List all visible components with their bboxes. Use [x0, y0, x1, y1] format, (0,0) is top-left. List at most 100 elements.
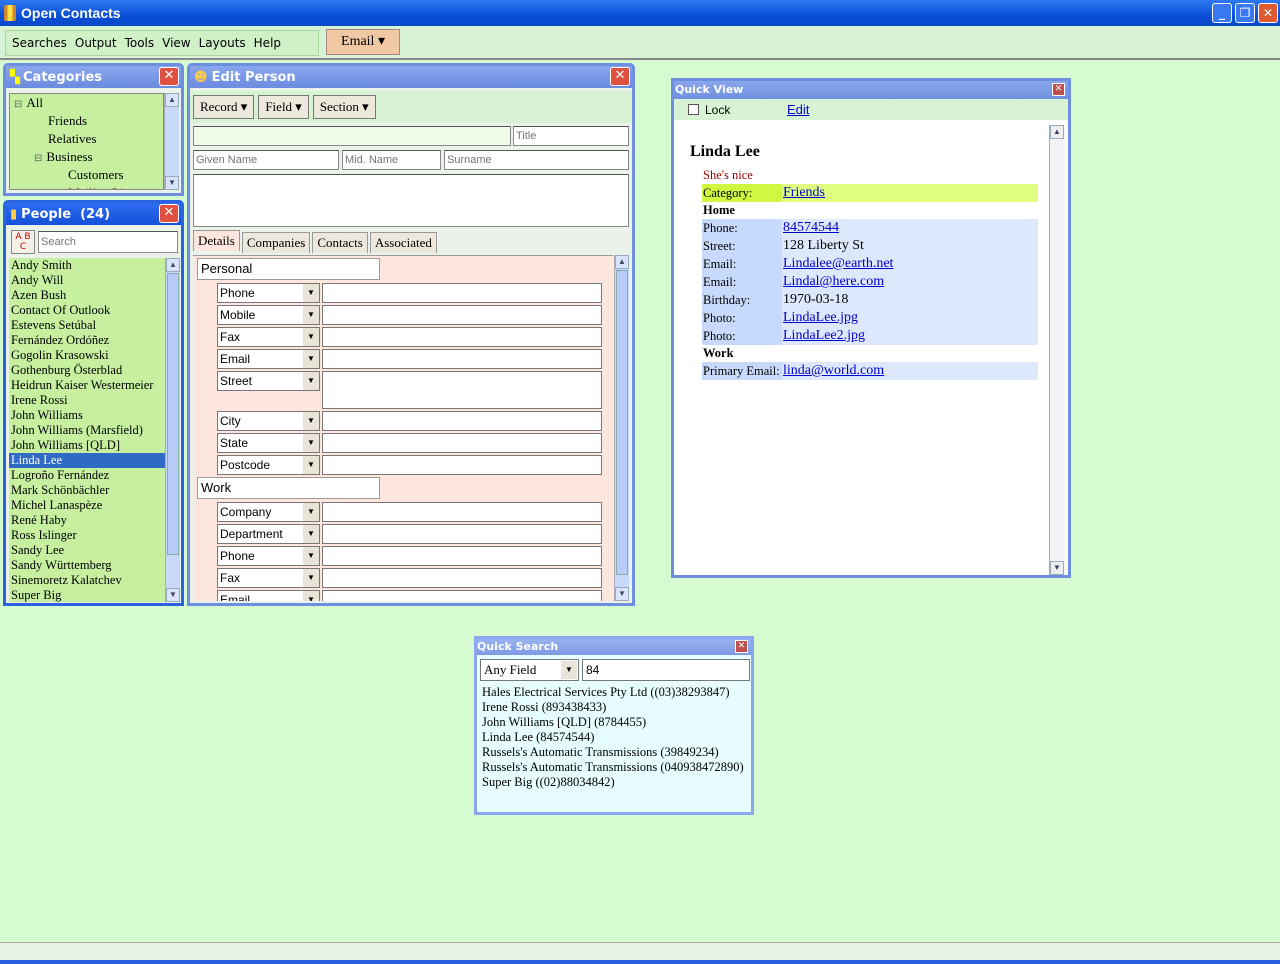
- scroll-down-icon[interactable]: ▼: [615, 587, 629, 601]
- section-header-work[interactable]: Work: [197, 477, 380, 499]
- menu-help[interactable]: Help: [254, 36, 281, 50]
- scroll-down-icon[interactable]: ▼: [1050, 561, 1064, 575]
- person-list-item[interactable]: Gogolin Krasowski: [9, 348, 165, 363]
- field-value-input[interactable]: [322, 524, 602, 544]
- scroll-up-icon[interactable]: ▲: [165, 93, 179, 107]
- person-list-item[interactable]: Andy Smith: [9, 258, 165, 273]
- title-field[interactable]: [513, 126, 629, 146]
- chevron-down-icon[interactable]: ▼: [303, 372, 319, 390]
- edit-link[interactable]: Edit: [787, 102, 809, 117]
- person-list-item[interactable]: Contact Of Outlook: [9, 303, 165, 318]
- given-name-field[interactable]: [193, 150, 339, 170]
- close-button[interactable]: ✕: [1258, 3, 1278, 23]
- tab-associated[interactable]: Associated: [369, 232, 437, 253]
- collapse-icon[interactable]: ⊟: [14, 99, 22, 110]
- scroll-thumb[interactable]: [167, 273, 179, 555]
- sort-abc-button[interactable]: A B C: [11, 230, 35, 254]
- field-value-input[interactable]: [322, 349, 602, 369]
- person-list-item[interactable]: Sandy Lee: [9, 543, 165, 558]
- chevron-down-icon[interactable]: ▼: [303, 547, 319, 565]
- section-header-personal[interactable]: Personal: [197, 258, 380, 280]
- tab-details[interactable]: Details: [193, 230, 240, 251]
- category-scrollbar[interactable]: ▲ ▼: [164, 93, 179, 190]
- category-item[interactable]: ⊟ All: [10, 94, 163, 112]
- collapse-icon[interactable]: ⊟: [34, 153, 42, 164]
- field-value-input[interactable]: [322, 283, 602, 303]
- details-scrollbar[interactable]: ▲ ▼: [614, 255, 629, 601]
- category-item[interactable]: Friends: [10, 112, 163, 130]
- field-type-select[interactable]: Company ▼: [217, 502, 320, 522]
- category-item[interactable]: Mailing List: [10, 184, 163, 189]
- edit-person-close-button[interactable]: ✕: [610, 67, 630, 86]
- detail-link[interactable]: Lindalee@earth.net: [782, 255, 1038, 273]
- chevron-down-icon[interactable]: ▼: [303, 591, 319, 601]
- minimize-button[interactable]: _: [1212, 3, 1232, 23]
- quick-search-close-button[interactable]: ✕: [735, 640, 748, 653]
- person-list-item[interactable]: Sandy Württemberg: [9, 558, 165, 573]
- field-type-select[interactable]: Email ▼: [217, 590, 320, 601]
- chevron-down-icon[interactable]: ▼: [303, 328, 319, 346]
- search-result-item[interactable]: Russels's Automatic Transmissions (04093…: [480, 760, 750, 775]
- detail-link[interactable]: 84574544: [782, 219, 1038, 237]
- scroll-up-icon[interactable]: ▲: [166, 258, 180, 272]
- scroll-down-icon[interactable]: ▼: [165, 176, 179, 190]
- detail-link[interactable]: LindaLee.jpg: [782, 309, 1038, 327]
- search-result-item[interactable]: John Williams [QLD] (8784455): [480, 715, 750, 730]
- chevron-down-icon[interactable]: ▼: [561, 661, 577, 679]
- person-list-item[interactable]: Andy Will: [9, 273, 165, 288]
- chevron-down-icon[interactable]: ▼: [303, 434, 319, 452]
- chevron-down-icon[interactable]: ▼: [303, 456, 319, 474]
- person-list-item[interactable]: Fernández Ordóñez: [9, 333, 165, 348]
- category-link[interactable]: Friends: [782, 184, 1038, 202]
- person-list-item[interactable]: Estevens Setúbal: [9, 318, 165, 333]
- field-type-select[interactable]: Fax ▼: [217, 568, 320, 588]
- tab-contacts[interactable]: Contacts: [312, 232, 368, 253]
- person-list-item[interactable]: Mark Schönbächler: [9, 483, 165, 498]
- people-search-input[interactable]: [38, 231, 178, 253]
- person-list-item[interactable]: Logroño Fernández: [9, 468, 165, 483]
- menu-layouts[interactable]: Layouts: [199, 36, 246, 50]
- scroll-up-icon[interactable]: ▲: [615, 255, 629, 269]
- people-close-button[interactable]: ✕: [159, 204, 179, 223]
- menu-view[interactable]: View: [162, 36, 190, 50]
- scroll-up-icon[interactable]: ▲: [1050, 125, 1064, 139]
- person-list-item[interactable]: Super Big: [9, 588, 165, 602]
- field-type-select[interactable]: Phone ▼: [217, 546, 320, 566]
- field-menu-button[interactable]: Field ▾: [258, 95, 309, 119]
- search-result-item[interactable]: Super Big ((02)88034842): [480, 775, 750, 790]
- person-list-item[interactable]: Heidrun Kaiser Westermeier: [9, 378, 165, 393]
- tab-companies[interactable]: Companies: [241, 232, 311, 253]
- menu-searches[interactable]: Searches: [12, 36, 67, 50]
- field-value-input[interactable]: [322, 455, 602, 475]
- menu-output[interactable]: Output: [75, 36, 117, 50]
- quick-view-close-button[interactable]: ✕: [1052, 83, 1065, 96]
- restore-button[interactable]: ❐: [1235, 3, 1255, 23]
- categories-close-button[interactable]: ✕: [159, 67, 179, 86]
- chevron-down-icon[interactable]: ▼: [303, 284, 319, 302]
- person-list-item[interactable]: John Williams: [9, 408, 165, 423]
- people-scrollbar[interactable]: ▲ ▼: [165, 258, 180, 602]
- menu-tools[interactable]: Tools: [125, 36, 155, 50]
- field-value-input[interactable]: [322, 546, 602, 566]
- chevron-down-icon[interactable]: ▼: [303, 503, 319, 521]
- person-list-item[interactable]: Ross Islinger: [9, 528, 165, 543]
- chevron-down-icon[interactable]: ▼: [303, 306, 319, 324]
- field-value-input[interactable]: [322, 433, 602, 453]
- person-list-item[interactable]: Sinemoretz Kalatchev: [9, 573, 165, 588]
- person-list-item[interactable]: Michel Lanaspèze: [9, 498, 165, 513]
- name-display-field[interactable]: [193, 126, 511, 146]
- field-type-select[interactable]: Phone ▼: [217, 283, 320, 303]
- scroll-down-icon[interactable]: ▼: [166, 588, 180, 602]
- search-result-item[interactable]: Russels's Automatic Transmissions (39849…: [480, 745, 750, 760]
- field-value-input[interactable]: [322, 305, 602, 325]
- quick-view-scrollbar[interactable]: ▲ ▼: [1049, 125, 1065, 575]
- search-result-item[interactable]: Hales Electrical Services Pty Ltd ((03)3…: [480, 685, 750, 700]
- field-type-select[interactable]: Mobile ▼: [217, 305, 320, 325]
- chevron-down-icon[interactable]: ▼: [303, 525, 319, 543]
- person-list-item[interactable]: Azen Bush: [9, 288, 165, 303]
- field-value-input[interactable]: [322, 411, 602, 431]
- person-list-item[interactable]: René Haby: [9, 513, 165, 528]
- field-type-select[interactable]: Email ▼: [217, 349, 320, 369]
- chevron-down-icon[interactable]: ▼: [303, 569, 319, 587]
- category-item[interactable]: Relatives: [10, 130, 163, 148]
